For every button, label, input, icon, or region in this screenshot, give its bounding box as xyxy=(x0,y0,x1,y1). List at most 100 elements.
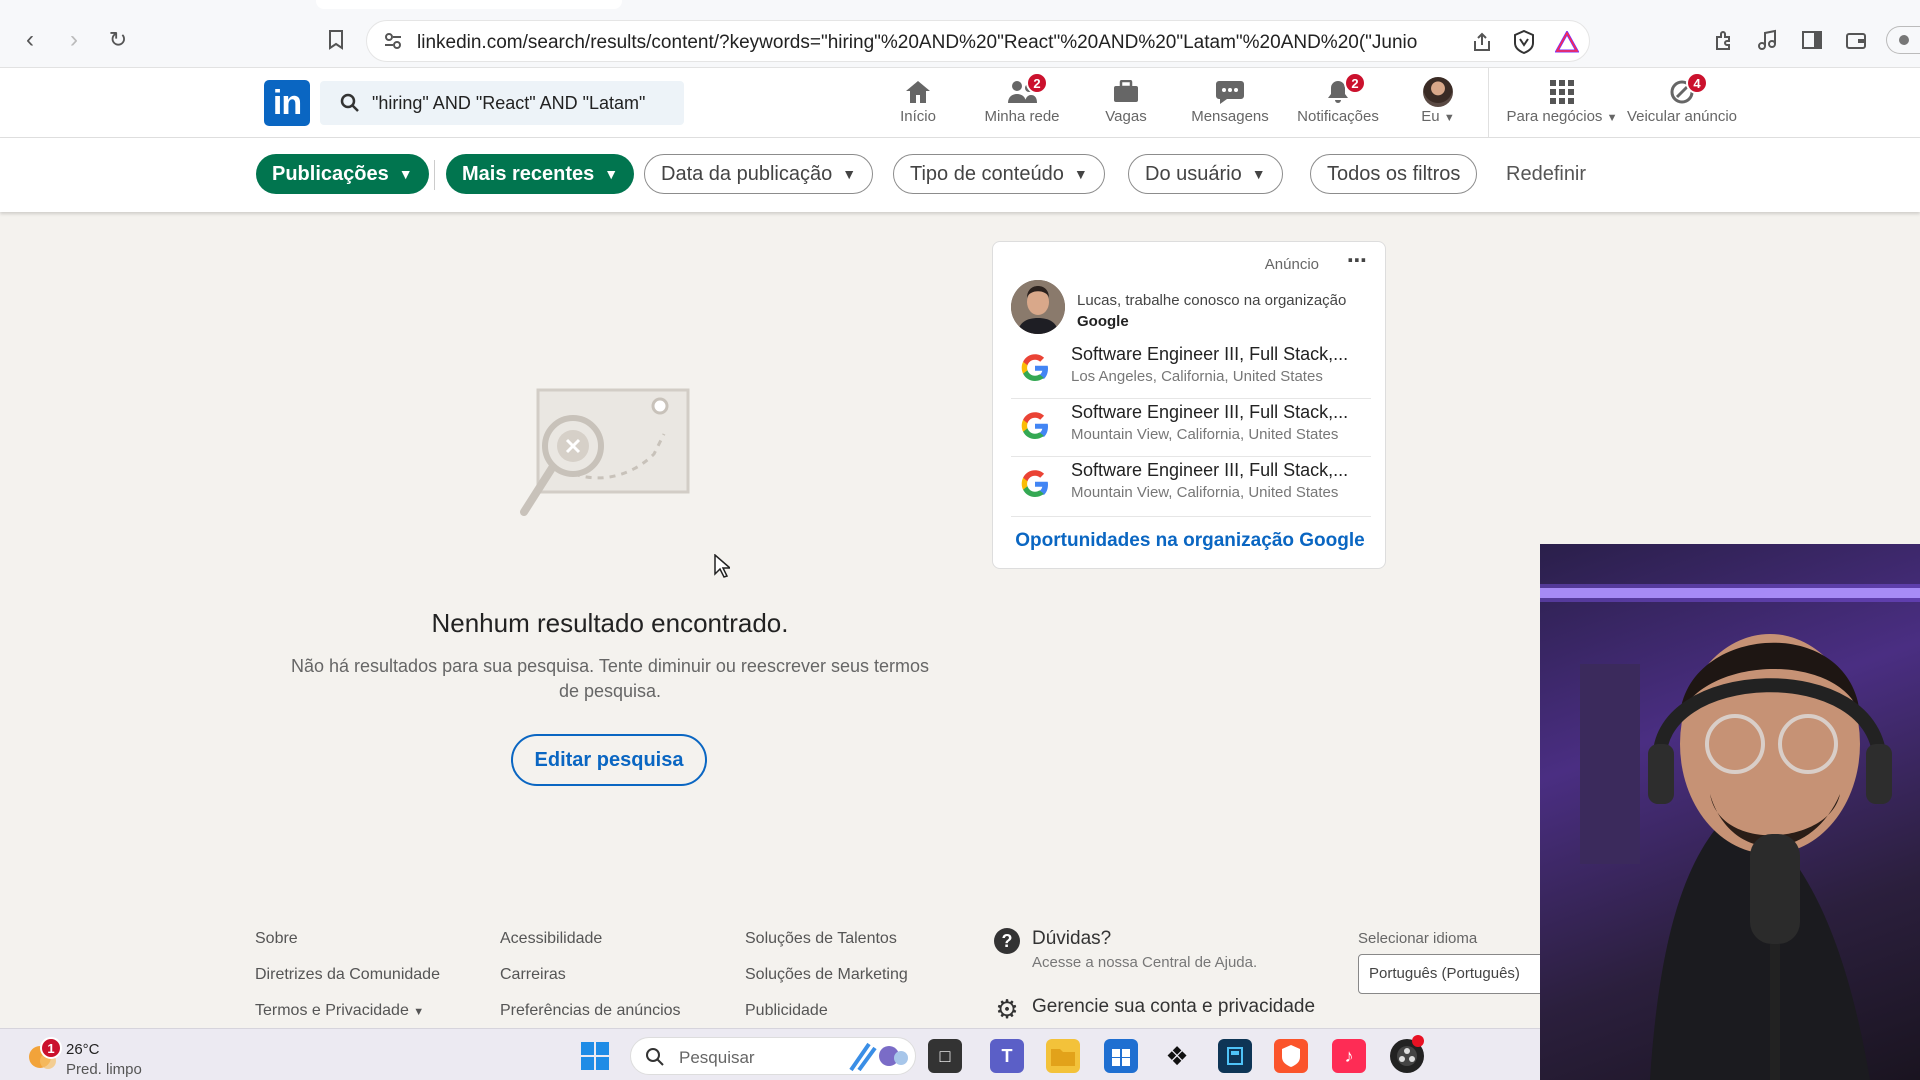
bookmark-icon[interactable] xyxy=(320,24,352,56)
question-icon: ? xyxy=(994,928,1020,954)
footer-link[interactable]: Soluções de Marketing xyxy=(745,966,908,984)
ad-company: Google xyxy=(1077,313,1129,330)
nav-jobs[interactable]: Vagas xyxy=(1090,76,1162,125)
help-title: Dúvidas? xyxy=(1032,928,1112,949)
me-avatar-wrap xyxy=(1414,76,1462,108)
footer-link[interactable]: Publicidade xyxy=(745,1002,828,1020)
ad-divider xyxy=(1011,516,1371,517)
vpn-icon[interactable] xyxy=(1886,26,1920,54)
wallet-icon[interactable] xyxy=(1842,26,1870,54)
account-block[interactable]: ⚙ Gerencie sua conta e privacidade xyxy=(994,994,1316,1024)
back-icon[interactable]: ‹ xyxy=(14,24,46,56)
ad-divider xyxy=(1011,456,1371,457)
filter-date-button[interactable]: Data da publicação ▼ xyxy=(644,154,874,194)
address-bar[interactable]: linkedin.com/search/results/content/?key… xyxy=(366,20,1590,62)
filter-from-user-button[interactable]: Do usuário ▼ xyxy=(1128,154,1283,194)
tiktok-icon[interactable]: ♪ xyxy=(1332,1039,1366,1073)
reset-filters-button[interactable]: Redefinir xyxy=(1506,163,1586,186)
footer-link[interactable]: Carreiras xyxy=(500,966,566,984)
nav-me-row: Eu ▼ xyxy=(1414,108,1462,125)
linkedin-logo[interactable]: in xyxy=(264,80,310,126)
media-icon[interactable] xyxy=(1754,26,1782,54)
search-box[interactable] xyxy=(320,81,684,125)
ad-job-item[interactable]: Software Engineer III, Full Stack,... Mo… xyxy=(1011,400,1371,458)
weather-widget[interactable]: 1 xyxy=(22,1035,62,1080)
taskbar-search[interactable]: Pesquisar xyxy=(630,1037,916,1075)
ad-job-item[interactable]: Software Engineer III, Full Stack,... Mo… xyxy=(1011,458,1371,516)
teams-icon[interactable]: T xyxy=(990,1039,1024,1073)
caret-down-icon: ▼ xyxy=(1251,166,1266,182)
obs-icon[interactable] xyxy=(1390,1035,1424,1073)
search-icon xyxy=(340,93,360,118)
notes-app-icon[interactable] xyxy=(1218,1039,1252,1073)
store-icon[interactable] xyxy=(1104,1039,1138,1073)
extensions-icon[interactable] xyxy=(1710,26,1738,54)
nav-network[interactable]: 2 Minha rede xyxy=(972,72,1072,125)
footer-link[interactable]: Termos e Privacidade ▼ xyxy=(255,1002,424,1020)
weather-badge: 1 xyxy=(40,1037,62,1059)
nav-notifications-label: Notificações xyxy=(1297,108,1379,125)
footer-link[interactable]: Preferências de anúncios xyxy=(500,1002,681,1020)
caret-down-icon: ▼ xyxy=(604,166,619,182)
ad-job-location: Los Angeles, California, United States xyxy=(1071,368,1323,385)
edit-search-button[interactable]: Editar pesquisa xyxy=(511,734,707,786)
brave-shield-icon[interactable] xyxy=(1513,29,1535,59)
nav-business[interactable]: Para negócios ▼ xyxy=(1504,76,1620,125)
avatar xyxy=(1423,77,1453,107)
filter-posts-button[interactable]: Publicações ▼ xyxy=(256,154,429,194)
more-options-icon[interactable]: ⋯ xyxy=(1347,248,1367,273)
filter-recent-label: Mais recentes xyxy=(462,162,595,185)
search-input[interactable] xyxy=(372,91,662,115)
help-subtitle: Acesse a nossa Central de Ajuda. xyxy=(1032,954,1258,971)
nav-business-label: Para negócios xyxy=(1506,108,1603,125)
footer-link[interactable]: Diretrizes da Comunidade xyxy=(255,966,440,984)
messages-icon xyxy=(1182,76,1278,108)
reload-icon[interactable]: ↻ xyxy=(102,24,134,56)
ad-intro: Lucas, trabalhe conosco na organização G… xyxy=(1077,290,1373,332)
mouse-cursor-icon xyxy=(714,553,733,583)
advertise-badge: 4 xyxy=(1686,72,1708,94)
file-explorer-icon[interactable] xyxy=(1046,1039,1080,1073)
forward-icon[interactable]: › xyxy=(58,24,90,56)
brave-browser-icon[interactable] xyxy=(1274,1039,1308,1073)
search-icon xyxy=(646,1048,664,1066)
taskbar: 1 26°C Pred. limpo Pesquisar □ T ❖ ♪ xyxy=(0,1028,1540,1080)
linkedin-header: in Início 2 Minha rede Vagas Mensagens xyxy=(0,68,1920,138)
account-title: Gerencie sua conta e privacidade xyxy=(1032,996,1316,1017)
nav-messages-label: Mensagens xyxy=(1191,108,1269,125)
ad-opportunities-link[interactable]: Oportunidades na organização Google xyxy=(993,530,1387,552)
footer-link[interactable]: Sobre xyxy=(255,930,298,948)
no-results-title: Nenhum resultado encontrado. xyxy=(431,608,789,638)
nav-me[interactable]: Eu ▼ xyxy=(1414,76,1462,125)
nav-advertise[interactable]: 4 Veicular anúncio xyxy=(1622,72,1742,125)
filter-posts-label: Publicações xyxy=(272,162,389,185)
all-filters-label: Todos os filtros xyxy=(1327,162,1461,185)
nav-advertise-label: Veicular anúncio xyxy=(1626,108,1738,125)
webcam-feed xyxy=(1540,584,1920,1080)
nav-divider xyxy=(1488,68,1489,138)
all-filters-button[interactable]: Todos os filtros xyxy=(1310,154,1478,194)
site-settings-icon[interactable] xyxy=(383,31,403,56)
ad-job-item[interactable]: Software Engineer III, Full Stack,... Lo… xyxy=(1011,342,1371,400)
footer-link[interactable]: Acessibilidade xyxy=(500,930,602,948)
sidebar-icon[interactable] xyxy=(1798,26,1826,54)
caret-down-icon: ▼ xyxy=(1073,166,1088,182)
task-view-icon[interactable]: □ xyxy=(928,1039,962,1073)
brave-rewards-icon[interactable] xyxy=(1554,29,1580,58)
dropbox-icon[interactable]: ❖ xyxy=(1160,1039,1194,1073)
caret-down-icon: ▼ xyxy=(1606,112,1618,124)
active-tab[interactable] xyxy=(316,0,622,9)
help-block[interactable]: ? Dúvidas? Acesse a nossa Central de Aju… xyxy=(994,928,1257,971)
footer-link[interactable]: Soluções de Talentos xyxy=(745,930,897,948)
nav-home[interactable]: Início xyxy=(886,76,950,125)
caret-down-icon: ▼ xyxy=(842,166,857,182)
nav-messages[interactable]: Mensagens xyxy=(1182,76,1278,125)
nav-notifications[interactable]: 2 Notificações xyxy=(1290,72,1386,125)
share-icon[interactable] xyxy=(1471,31,1493,58)
windows-start-icon[interactable] xyxy=(580,1041,610,1076)
filter-recent-button[interactable]: Mais recentes ▼ xyxy=(446,154,635,194)
filter-content-type-button[interactable]: Tipo de conteúdo ▼ xyxy=(893,154,1105,194)
language-label: Selecionar idioma xyxy=(1358,930,1478,947)
language-select[interactable]: Português (Português) xyxy=(1358,954,1558,994)
caret-down-icon: ▼ xyxy=(1443,112,1455,124)
